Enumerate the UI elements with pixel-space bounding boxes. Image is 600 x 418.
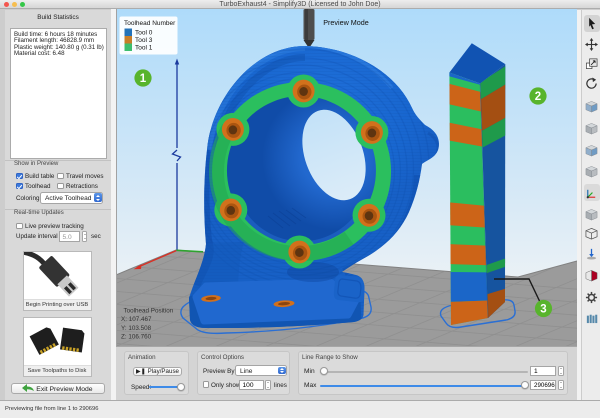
svg-text:Y: 103.508: Y: 103.508 [121,325,152,332]
svg-text:Toolhead Number: Toolhead Number [124,20,176,27]
svg-text:3: 3 [540,304,546,316]
svg-text:Toolhead Position: Toolhead Position [124,308,174,315]
svg-text:Preview Mode: Preview Mode [323,18,369,27]
svg-text:2: 2 [535,91,541,103]
svg-text:X: 107.467: X: 107.467 [121,316,152,323]
svg-text:Tool 0: Tool 0 [135,30,153,37]
svg-text:Z: 106.760: Z: 106.760 [121,334,152,341]
svg-text:Tool 1: Tool 1 [135,45,153,52]
svg-text:1: 1 [140,73,147,85]
svg-text:Tool 3: Tool 3 [135,37,153,44]
